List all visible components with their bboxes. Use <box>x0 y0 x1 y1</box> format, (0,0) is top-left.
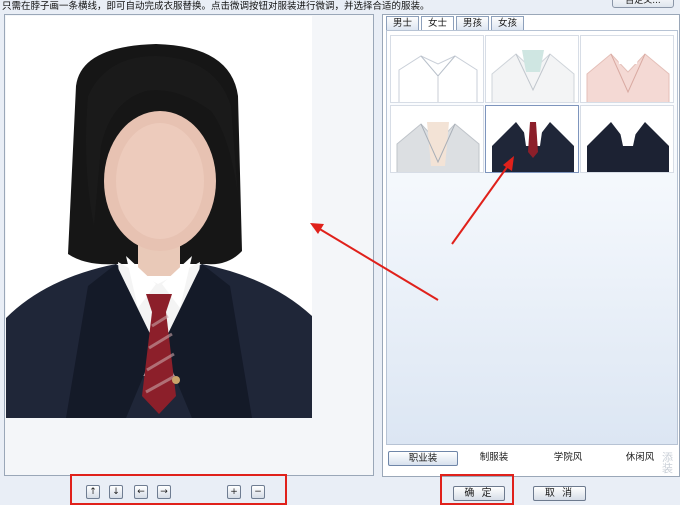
category-bar: 职业装 制服装 学院风 休闲风 <box>386 448 678 466</box>
category-casual[interactable]: 休闲风 <box>612 451 668 464</box>
category-academy[interactable]: 学院风 <box>538 451 598 464</box>
zoom-in-button[interactable]: + <box>227 485 241 499</box>
confirm-button[interactable]: 确 定 <box>453 486 505 501</box>
category-uniform[interactable]: 制服装 <box>464 451 524 464</box>
watermark-text: 添装 <box>662 451 673 475</box>
zoom-out-button[interactable]: − <box>251 485 265 499</box>
move-down-button[interactable]: ↓ <box>109 485 123 499</box>
category-professional[interactable]: 职业装 <box>388 451 458 466</box>
annotation-arrows <box>310 156 514 301</box>
move-left-button[interactable]: ← <box>134 485 148 499</box>
move-up-button[interactable]: ↑ <box>86 485 100 499</box>
move-right-button[interactable]: → <box>157 485 171 499</box>
cancel-button[interactable]: 取 消 <box>533 486 586 501</box>
